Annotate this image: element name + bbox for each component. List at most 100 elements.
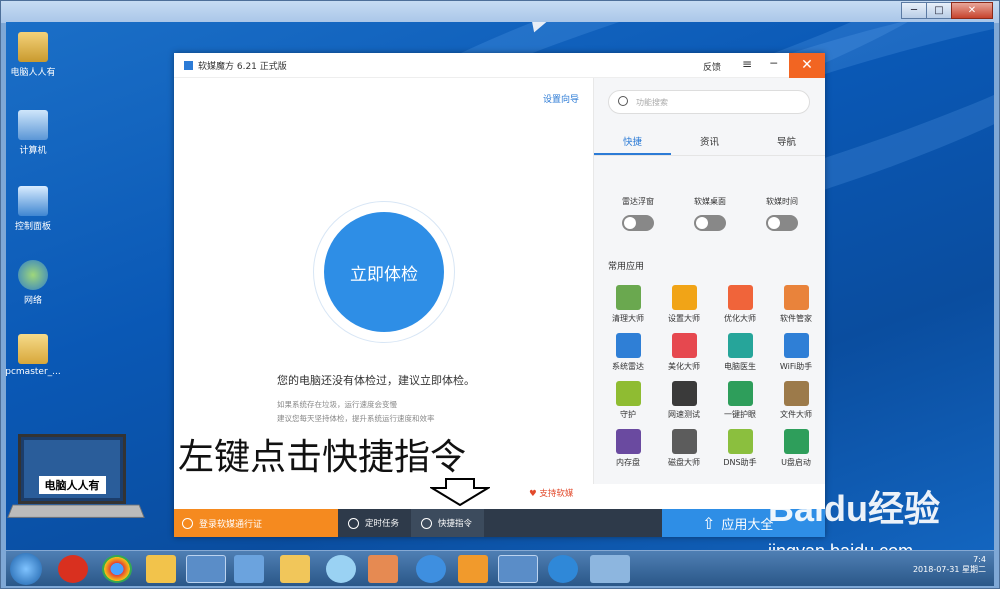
desktop-icon-computer[interactable]: 计算机 [6, 110, 63, 156]
toggle-label: 软媒时间 [766, 197, 798, 206]
app-tile[interactable]: WiFi助手 [768, 333, 824, 372]
app-tile[interactable]: 守护 [600, 381, 656, 420]
computer-icon [18, 110, 48, 140]
app-tile-label: 内存盘 [616, 458, 640, 467]
login-button[interactable]: 登录软媒通行证 [174, 509, 338, 537]
toggle-switch[interactable] [694, 215, 726, 231]
toggle-desktop: 软媒桌面 [682, 196, 738, 231]
app-tile[interactable]: 设置大师 [656, 285, 712, 324]
app-tile-icon [727, 285, 753, 310]
start-button[interactable] [10, 553, 42, 585]
app-tile-icon [727, 429, 753, 454]
window-close-button[interactable]: ✕ [951, 2, 993, 19]
app-logo-icon [184, 60, 193, 70]
search-placeholder: 功能搜索 [636, 98, 668, 107]
paint-icon[interactable] [368, 555, 398, 583]
user-folder-icon [18, 32, 48, 62]
app-tile-label: 系统雷达 [612, 362, 644, 371]
desktop-icon-network[interactable]: 网络 [6, 260, 63, 306]
tab-bar: 快捷 资讯 导航 [594, 134, 825, 156]
tray-date: 2018-07-31 星期二 [912, 565, 986, 574]
app-tile-icon [615, 381, 641, 406]
folder-icon[interactable] [146, 555, 176, 583]
internet-explorer-icon[interactable] [548, 555, 578, 583]
taskbar: 7:4 2018-07-31 星期二 [6, 550, 994, 586]
desktop-icon-pcmaster[interactable]: pcmaster_... [6, 334, 63, 377]
scheduled-task-button[interactable]: 定时任务 [338, 509, 411, 537]
app-tile[interactable]: 软件管家 [768, 285, 824, 324]
window-maximize-button[interactable]: □ [926, 2, 952, 19]
checkup-message: 您的电脑还没有体检过，建议立即体检。 [277, 374, 475, 387]
toggle-switch[interactable] [766, 215, 798, 231]
app-tile-icon [783, 333, 809, 358]
up-arrow-icon: ⇧ [702, 513, 716, 533]
taskbar-app-icon[interactable] [326, 555, 356, 583]
app-tile-label: DNS助手 [723, 458, 757, 467]
toggle-switch[interactable] [622, 215, 654, 231]
app-tile[interactable]: 内存盘 [600, 429, 656, 468]
app-tile-icon [671, 333, 697, 358]
taskbar-app-icon[interactable] [590, 555, 630, 583]
window-minimize-button[interactable]: ─ [901, 2, 927, 19]
search-icon [618, 96, 628, 106]
tab-navigation[interactable]: 导航 [748, 134, 825, 155]
app-tile[interactable]: 美化大师 [656, 333, 712, 372]
app-minimize-button[interactable]: ─ [770, 57, 777, 70]
app-tile-icon [615, 333, 641, 358]
rubik-cube-app-icon[interactable] [498, 555, 538, 583]
app-titlebar: 软媒魔方 6.21 正式版 反馈 ≡ ─ ✕ [174, 53, 825, 78]
feedback-button[interactable]: 反馈 [703, 60, 721, 73]
app-tile[interactable]: 网速测试 [656, 381, 712, 420]
app-tile-icon [783, 285, 809, 310]
app-tile[interactable]: U盘启动 [768, 429, 824, 468]
app-tile[interactable]: 磁盘大师 [656, 429, 712, 468]
checkup-hint-1: 如果系统存在垃圾，运行速度会变慢 [277, 400, 397, 409]
checkup-hint-2: 建议您每天坚持体检，提升系统运行速度和效率 [277, 414, 435, 423]
checkup-button[interactable]: 立即体检 [324, 212, 444, 332]
app-tile-label: 清理大师 [612, 314, 644, 323]
laptop-logo-image: 电脑人人有 [18, 434, 126, 504]
desktop-icon-control-panel[interactable]: 控制面板 [6, 186, 63, 232]
app-title: 软媒魔方 6.21 正式版 [198, 61, 287, 72]
app-tile-label: 优化大师 [724, 314, 756, 323]
app-tile-label: U盘启动 [781, 458, 811, 467]
app-tile[interactable]: 文件大师 [768, 381, 824, 420]
app-tile[interactable]: 优化大师 [712, 285, 768, 324]
app-tile[interactable]: 电脑医生 [712, 333, 768, 372]
app-tile[interactable]: DNS助手 [712, 429, 768, 468]
system-tray: 7:4 2018-07-31 星期二 [913, 555, 986, 575]
taskbar-app-icon[interactable] [234, 555, 264, 583]
app-tile-label: 美化大师 [668, 362, 700, 371]
tab-shortcuts[interactable]: 快捷 [594, 134, 671, 155]
taskbar-app-icon[interactable] [416, 555, 446, 583]
app-tile-icon [615, 429, 641, 454]
taskbar-app-icon[interactable] [58, 555, 88, 583]
support-link[interactable]: ♥ 支持软媒 [529, 487, 573, 499]
desktop-icon-label: 控制面板 [14, 222, 51, 232]
shortcut-command-button[interactable]: 快捷指令 [411, 509, 485, 537]
toggle-radar: 雷达浮窗 [610, 196, 666, 231]
menu-icon[interactable]: ≡ [742, 57, 752, 71]
folder-icon [18, 334, 48, 364]
taskbar-app-icon[interactable] [186, 555, 226, 583]
quick-pane: 功能搜索 快捷 资讯 导航 雷达浮窗 软媒桌面 软媒时间 常用应用 清理大师 设置… [593, 78, 825, 484]
app-close-button[interactable]: ✕ [789, 53, 825, 78]
file-explorer-icon[interactable] [280, 555, 310, 583]
search-input[interactable]: 功能搜索 [608, 90, 810, 114]
app-tile-label: 设置大师 [668, 314, 700, 323]
tab-news[interactable]: 资讯 [671, 134, 748, 155]
media-icon[interactable] [458, 555, 488, 583]
app-tile[interactable]: 清理大师 [600, 285, 656, 324]
setup-wizard-link[interactable]: 设置向导 [543, 92, 579, 105]
outer-titlebar: ─ □ ✕ [1, 1, 999, 23]
desktop-icon-user[interactable]: 电脑人人有 [6, 32, 63, 78]
app-tile-label: 一键护眼 [724, 410, 756, 419]
app-tile-label: 守护 [620, 410, 636, 419]
app-tile[interactable]: 一键护眼 [712, 381, 768, 420]
app-tile-label: 文件大师 [780, 410, 812, 419]
app-tile[interactable]: 系统雷达 [600, 333, 656, 372]
desktop-icon-label: 网络 [23, 296, 42, 306]
apps-grid: 清理大师 设置大师 优化大师 软件管家系统雷达 美化大师 电脑医生 WiFi助手守护 网速测试… [600, 285, 824, 468]
baidu-watermark: Baidu经验 [768, 488, 941, 529]
chrome-icon[interactable] [102, 555, 132, 583]
